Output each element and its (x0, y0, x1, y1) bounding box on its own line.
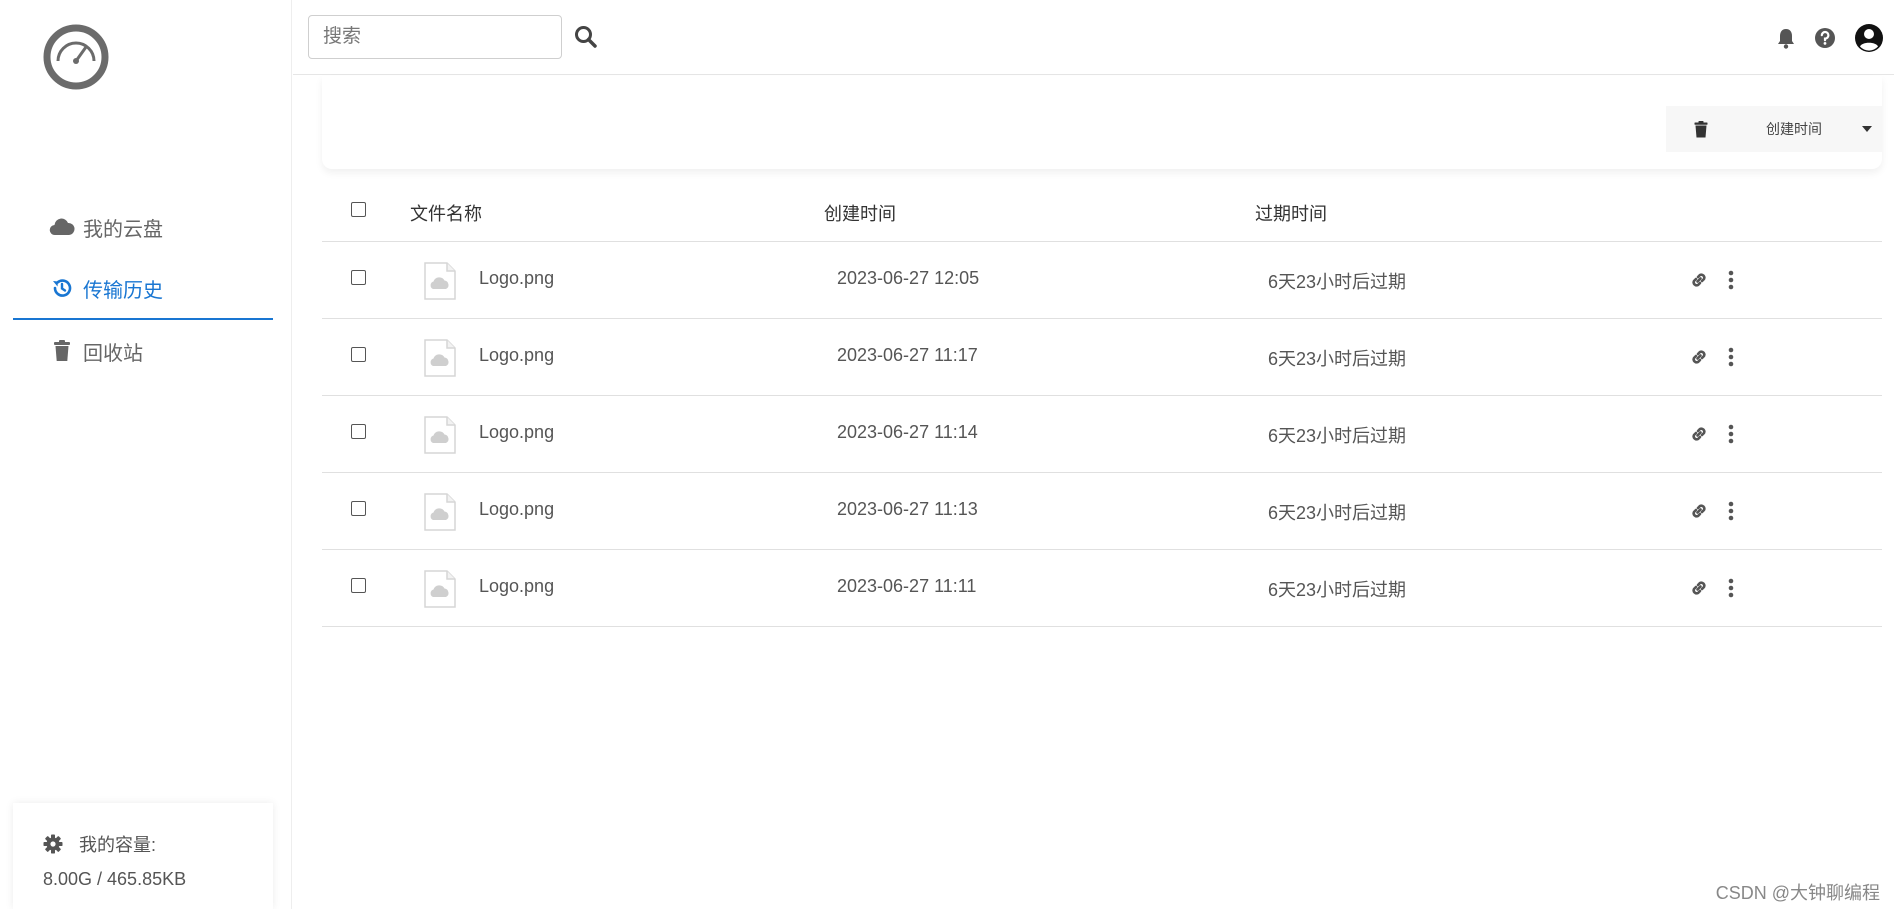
table-row[interactable]: Logo.png 2023-06-27 11:11 6天23小时后过期 (322, 550, 1882, 627)
delete-button[interactable] (1666, 106, 1736, 152)
link-icon[interactable] (1687, 268, 1711, 292)
select-all-checkbox[interactable] (351, 202, 366, 217)
cloud-icon (49, 216, 75, 238)
created-time: 2023-06-27 11:17 (837, 345, 978, 365)
expires-time: 6天23小时后过期 (1268, 503, 1407, 523)
created-time: 2023-06-27 12:05 (837, 268, 980, 288)
column-header-created: 创建时间 (824, 204, 896, 224)
image-file-icon (424, 570, 456, 608)
toolbar-actions: 创建时间 (1666, 106, 1882, 152)
row-checkbox[interactable] (351, 578, 366, 593)
column-header-expires: 过期时间 (1255, 204, 1327, 224)
image-file-icon (424, 339, 456, 377)
created-time: 2023-06-27 11:11 (837, 576, 977, 596)
gear-icon[interactable] (43, 833, 65, 855)
expires-time: 6天23小时后过期 (1268, 272, 1407, 292)
more-vertical-icon[interactable] (1719, 268, 1743, 292)
row-checkbox[interactable] (351, 270, 366, 285)
file-name[interactable]: Logo.png (479, 345, 554, 366)
trash-icon (49, 340, 75, 362)
file-name[interactable]: Logo.png (479, 268, 554, 289)
image-file-icon (424, 262, 456, 300)
sidebar-item-label: 我的云盘 (83, 218, 163, 241)
history-icon (49, 277, 75, 299)
toolbar: 创建时间 (322, 76, 1882, 169)
column-header-name: 文件名称 (410, 204, 482, 224)
more-vertical-icon[interactable] (1719, 422, 1743, 446)
created-time: 2023-06-27 11:14 (837, 422, 978, 442)
bell-icon[interactable] (1773, 25, 1799, 51)
trash-icon (1694, 120, 1708, 137)
more-vertical-icon[interactable] (1719, 576, 1743, 600)
table-header: 文件名称 创建时间 过期时间 (322, 182, 1882, 242)
sidebar-item-transfer-history[interactable]: 传输历史 (13, 258, 273, 320)
search-input[interactable] (308, 15, 562, 59)
sidebar-item-my-cloud[interactable]: 我的云盘 (13, 196, 273, 258)
table-row[interactable]: Logo.png 2023-06-27 11:17 6天23小时后过期 (322, 319, 1882, 396)
table-row[interactable]: Logo.png 2023-06-27 11:13 6天23小时后过期 (322, 473, 1882, 550)
row-checkbox[interactable] (351, 347, 366, 362)
caret-down-icon[interactable] (1852, 106, 1882, 152)
search-icon[interactable] (573, 24, 599, 50)
link-icon[interactable] (1687, 345, 1711, 369)
expires-time: 6天23小时后过期 (1268, 426, 1407, 446)
more-vertical-icon[interactable] (1719, 345, 1743, 369)
more-vertical-icon[interactable] (1719, 499, 1743, 523)
image-file-icon (424, 493, 456, 531)
sidebar-item-label: 回收站 (83, 342, 143, 365)
expires-time: 6天23小时后过期 (1268, 580, 1407, 600)
expires-time: 6天23小时后过期 (1268, 349, 1407, 369)
file-name[interactable]: Logo.png (479, 576, 554, 597)
created-time: 2023-06-27 11:13 (837, 499, 978, 519)
link-icon[interactable] (1687, 422, 1711, 446)
link-icon[interactable] (1687, 499, 1711, 523)
sort-by-created-button[interactable]: 创建时间 (1736, 119, 1852, 139)
capacity-value: 8.00G / 465.85KB (43, 869, 187, 889)
help-icon[interactable] (1812, 25, 1838, 51)
link-icon[interactable] (1687, 576, 1711, 600)
app-root: 我的云盘 传输历史 回收站 我的容量: 8.00G / 465.85KB 搜索 … (0, 0, 1894, 909)
sidebar-item-recycle-bin[interactable]: 回收站 (13, 320, 273, 382)
table-row[interactable]: Logo.png 2023-06-27 11:14 6天23小时后过期 (322, 396, 1882, 473)
app-logo[interactable] (42, 23, 110, 91)
sidebar-item-label: 传输历史 (83, 279, 163, 302)
image-file-icon (424, 416, 456, 454)
watermark: CSDN @大钟聊编程 (1715, 883, 1880, 903)
capacity-panel: 我的容量: 8.00G / 465.85KB (13, 803, 273, 909)
capacity-label: 我的容量: (79, 835, 157, 855)
sidebar: 我的云盘 传输历史 回收站 我的容量: 8.00G / 465.85KB (0, 0, 292, 909)
file-name[interactable]: Logo.png (479, 499, 554, 520)
table-row[interactable]: Logo.png 2023-06-27 12:05 6天23小时后过期 (322, 242, 1882, 319)
sidebar-nav: 我的云盘 传输历史 回收站 (13, 196, 273, 382)
file-table: 文件名称 创建时间 过期时间 Logo.png 2023-06-27 12:05… (322, 182, 1882, 627)
file-name[interactable]: Logo.png (479, 422, 554, 443)
row-checkbox[interactable] (351, 424, 366, 439)
top-header (293, 0, 1894, 75)
row-checkbox[interactable] (351, 501, 366, 516)
account-icon[interactable] (1853, 22, 1885, 54)
